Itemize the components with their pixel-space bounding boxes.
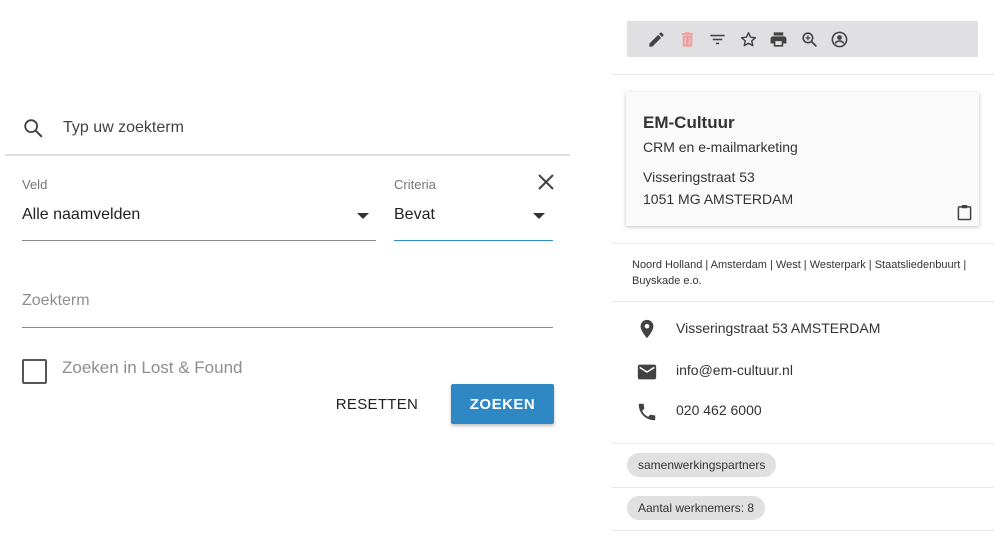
contact-address-line2: 1051 MG AMSTERDAM: [643, 191, 794, 207]
search-input[interactable]: Typ uw zoekterm: [63, 119, 184, 137]
star-icon[interactable]: [739, 30, 758, 49]
contact-address-line1: Visseringstraat 53: [643, 169, 755, 185]
divider: [612, 443, 994, 444]
account-circle-icon[interactable]: [830, 30, 849, 49]
toolbar: [627, 21, 978, 57]
contact-location[interactable]: Visseringstraat 53 AMSTERDAM: [676, 320, 880, 336]
filter-icon[interactable]: [708, 30, 727, 49]
contact-card: EM-Cultuur CRM en e-mailmarketing Visser…: [626, 92, 979, 226]
contact-name: EM-Cultuur: [643, 113, 735, 132]
divider: [612, 530, 994, 531]
trash-icon[interactable]: [678, 30, 697, 49]
reset-button[interactable]: RESETTEN: [325, 385, 429, 423]
tag-chip[interactable]: samenwerkingspartners: [627, 453, 777, 477]
field-select-underline: [22, 240, 376, 241]
lost-found-label: Zoeken in Lost & Found: [62, 358, 243, 377]
clipboard-icon[interactable]: [957, 204, 972, 221]
search-bar[interactable]: Typ uw zoekterm: [5, 100, 570, 156]
contact-phone[interactable]: 020 462 6000: [676, 402, 762, 418]
criteria-select-underline: [394, 240, 553, 241]
term-input-underline: [22, 327, 553, 328]
location-pin-icon: [640, 319, 654, 339]
criteria-select[interactable]: Bevat: [394, 206, 435, 224]
field-select[interactable]: Alle naamvelden: [22, 206, 140, 224]
criteria-label: Criteria: [394, 177, 436, 192]
pencil-icon[interactable]: [647, 30, 666, 49]
region-breadcrumb: Noord Holland | Amsterdam | West | Weste…: [632, 259, 967, 287]
divider: [612, 487, 994, 488]
divider: [612, 243, 994, 244]
phone-icon: [638, 403, 656, 421]
print-icon[interactable]: [769, 30, 788, 49]
field-select-caret-icon[interactable]: [357, 213, 369, 219]
contact-email[interactable]: info@em-cultuur.nl: [676, 362, 793, 378]
lost-found-checkbox[interactable]: [22, 359, 47, 384]
tag-chip[interactable]: Aantal werknemers: 8: [627, 496, 766, 520]
contact-subtitle: CRM en e-mailmarketing: [643, 139, 798, 155]
divider: [612, 74, 994, 75]
search-icon: [24, 119, 43, 138]
field-label: Veld: [22, 177, 48, 192]
contact-panel: EM-Cultuur CRM en e-mailmarketing Visser…: [612, 0, 994, 541]
email-icon: [637, 364, 657, 380]
term-input[interactable]: Zoekterm: [22, 292, 90, 310]
close-icon[interactable]: [536, 172, 556, 192]
criteria-select-caret-icon[interactable]: [533, 213, 545, 219]
search-button[interactable]: ZOEKEN: [451, 384, 554, 424]
zoom-in-icon[interactable]: [800, 30, 819, 49]
divider: [612, 301, 994, 302]
